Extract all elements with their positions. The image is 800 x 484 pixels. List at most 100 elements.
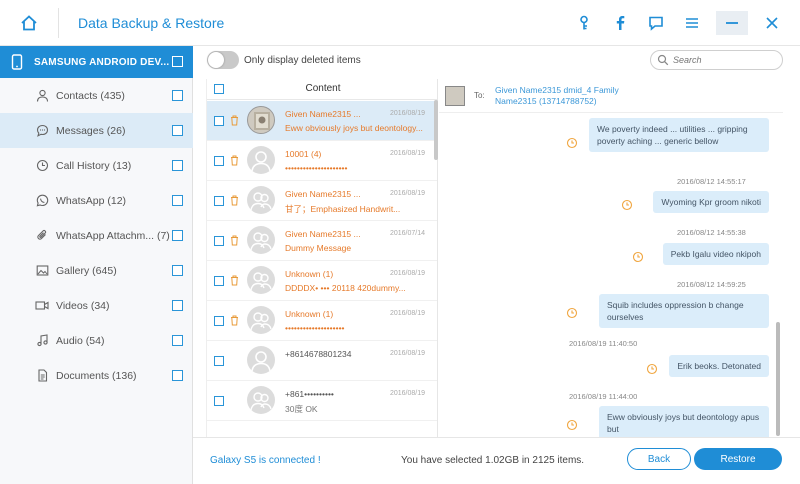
message-bubble: Squib includes oppression b change ourse… bbox=[599, 294, 769, 328]
row-checkbox[interactable] bbox=[214, 276, 224, 286]
deleted-clock-icon bbox=[566, 137, 578, 149]
search-box[interactable] bbox=[650, 50, 783, 70]
list-item[interactable]: 10001 (4) 2016/08/19 •••••••••••••••••••… bbox=[207, 141, 437, 181]
row-checkbox[interactable] bbox=[214, 316, 224, 326]
group-avatar-icon bbox=[247, 226, 275, 254]
messages-checkbox[interactable] bbox=[172, 125, 183, 136]
sidebar-item-whatsapp-attachments[interactable]: WhatsApp Attachm... (7) bbox=[0, 218, 193, 253]
list-header: Content bbox=[207, 79, 437, 100]
feedback-button[interactable] bbox=[638, 8, 674, 38]
row-checkbox[interactable] bbox=[214, 356, 224, 366]
list-item[interactable]: Given Name2315 ... 2016/07/14 Dummy Mess… bbox=[207, 221, 437, 261]
list-scrollbar[interactable] bbox=[434, 100, 438, 160]
close-icon bbox=[766, 17, 778, 29]
message-timestamp: 2016/08/12 14:55:17 bbox=[677, 177, 746, 186]
videos-checkbox[interactable] bbox=[172, 300, 183, 311]
deleted-only-toggle[interactable] bbox=[207, 51, 239, 69]
call-history-checkbox[interactable] bbox=[172, 160, 183, 171]
message-timestamp: 2016/08/19 11:44:00 bbox=[569, 392, 638, 401]
message-bubble: We poverty indeed ... utilities ... grip… bbox=[589, 118, 769, 152]
selection-summary: You have selected 1.02GB in 2125 items. bbox=[401, 455, 585, 466]
sidebar-item-label: Audio (54) bbox=[56, 334, 105, 347]
app-title: Data Backup & Restore bbox=[78, 15, 225, 31]
restore-button[interactable]: Restore bbox=[694, 448, 782, 470]
list-item[interactable]: Given Name2315 ... 2016/08/19 Eww obviou… bbox=[207, 101, 437, 141]
menu-button[interactable] bbox=[674, 8, 710, 38]
list-item[interactable]: Unknown (1) 2016/08/19 DDDDX• ••• 20118 … bbox=[207, 261, 437, 301]
sidebar-item-label: Videos (34) bbox=[56, 299, 110, 312]
minimize-button[interactable] bbox=[716, 11, 748, 35]
search-input[interactable] bbox=[673, 53, 777, 67]
sidebar-item-label: Messages (26) bbox=[56, 124, 126, 137]
documents-checkbox[interactable] bbox=[172, 370, 183, 381]
list-item[interactable]: Given Name2315 ... 2016/08/19 甘了；Emphasi… bbox=[207, 181, 437, 221]
row-checkbox[interactable] bbox=[214, 156, 224, 166]
sidebar-item-whatsapp[interactable]: WhatsApp (12) bbox=[0, 183, 193, 218]
deleted-clock-icon bbox=[621, 199, 633, 211]
message-preview: Dummy Message bbox=[285, 243, 352, 253]
message-date: 2016/08/19 bbox=[389, 150, 425, 157]
connection-status-text: Galaxy S5 is connected bbox=[210, 455, 316, 466]
conversation-scrollbar[interactable] bbox=[776, 322, 780, 436]
message-bubble: Wyoming Kpr groom nikoti bbox=[653, 191, 769, 213]
close-button[interactable] bbox=[754, 8, 790, 38]
deleted-clock-icon bbox=[632, 251, 644, 263]
conversation-header: To: Given Name2315 dmid_4 Family Name231… bbox=[439, 79, 783, 113]
menu-icon bbox=[686, 18, 698, 28]
sidebar-item-audio[interactable]: Audio (54) bbox=[0, 323, 193, 358]
facebook-icon bbox=[616, 16, 625, 30]
sidebar-item-videos[interactable]: Videos (34) bbox=[0, 288, 193, 323]
sidebar-item-gallery[interactable]: Gallery (645) bbox=[0, 253, 193, 288]
message-date: 2016/08/19 bbox=[389, 310, 425, 317]
message-date: 2016/08/19 bbox=[389, 350, 425, 357]
device-checkbox[interactable] bbox=[172, 56, 183, 67]
row-checkbox[interactable] bbox=[214, 196, 224, 206]
trash-icon bbox=[231, 115, 238, 126]
whatsapp-icon bbox=[34, 193, 50, 209]
sidebar: SAMSUNG ANDROID DEV... Contacts (435) Me… bbox=[0, 46, 193, 484]
sidebar-item-messages[interactable]: Messages (26) bbox=[0, 113, 193, 148]
sidebar-item-contacts[interactable]: Contacts (435) bbox=[0, 78, 193, 113]
sidebar-item-label: WhatsApp Attachm... (7) bbox=[56, 229, 170, 242]
sidebar-item-documents[interactable]: Documents (136) bbox=[0, 358, 193, 393]
list-item[interactable]: +861•••••••••• 2016/08/19 30度 OK bbox=[207, 381, 437, 421]
contacts-checkbox[interactable] bbox=[172, 90, 183, 101]
whatsapp-attachments-checkbox[interactable] bbox=[172, 230, 183, 241]
footer: Galaxy S5 is connected ! You have select… bbox=[193, 437, 800, 484]
connection-status-mark: ! bbox=[317, 455, 321, 466]
home-button[interactable] bbox=[0, 0, 58, 46]
phone-icon bbox=[0, 54, 34, 70]
key-icon bbox=[580, 15, 588, 30]
title-bar: Data Backup & Restore bbox=[0, 0, 800, 46]
key-button[interactable] bbox=[566, 8, 602, 38]
group-avatar-icon bbox=[247, 386, 275, 414]
device-name: SAMSUNG ANDROID DEV... bbox=[34, 56, 170, 68]
facebook-button[interactable] bbox=[602, 8, 638, 38]
image-icon bbox=[34, 263, 50, 279]
contact-name: +8614678801234 bbox=[285, 349, 352, 359]
row-checkbox[interactable] bbox=[214, 116, 224, 126]
row-checkbox[interactable] bbox=[214, 236, 224, 246]
deleted-clock-icon bbox=[646, 363, 658, 375]
message-timestamp: 2016/08/12 14:59:25 bbox=[677, 280, 746, 289]
conversation-panel: To: Given Name2315 dmid_4 Family Name231… bbox=[439, 79, 783, 437]
audio-checkbox[interactable] bbox=[172, 335, 183, 346]
back-button[interactable]: Back bbox=[627, 448, 691, 470]
deleted-clock-icon bbox=[566, 307, 578, 319]
list-item[interactable]: Unknown (1) 2016/08/19 •••••••••••••••••… bbox=[207, 301, 437, 341]
list-item[interactable]: +8614678801234 2016/08/19 bbox=[207, 341, 437, 381]
device-row[interactable]: SAMSUNG ANDROID DEV... bbox=[0, 46, 193, 78]
gallery-checkbox[interactable] bbox=[172, 265, 183, 276]
search-icon bbox=[657, 54, 669, 66]
whatsapp-checkbox[interactable] bbox=[172, 195, 183, 206]
to-label: To: bbox=[474, 91, 485, 100]
video-icon bbox=[34, 298, 50, 314]
contact-name: Unknown (1) bbox=[285, 269, 334, 279]
message-timestamp: 2016/08/12 14:55:38 bbox=[677, 228, 746, 237]
row-checkbox[interactable] bbox=[214, 396, 224, 406]
sidebar-item-label: Call History (13) bbox=[56, 159, 132, 172]
sidebar-item-call-history[interactable]: Call History (13) bbox=[0, 148, 193, 183]
contact-photo-avatar bbox=[247, 106, 275, 134]
message-bubble: Pekb Igalu video nkipoh bbox=[662, 243, 769, 265]
deleted-only-label: Only display deleted items bbox=[244, 55, 361, 66]
